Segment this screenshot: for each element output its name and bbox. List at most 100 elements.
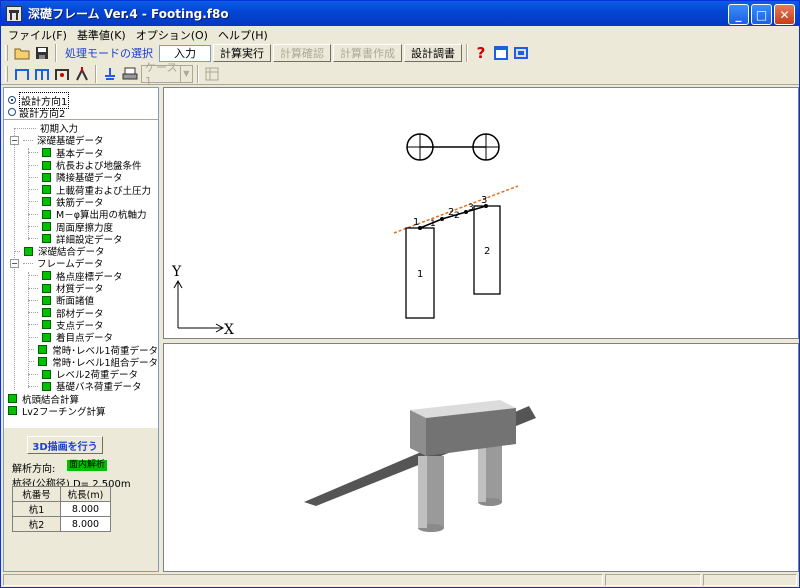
chevron-down-icon[interactable]: ▼ xyxy=(179,65,192,82)
tree-item[interactable]: 断面諸値 xyxy=(4,294,158,307)
tree-item[interactable]: 材質データ xyxy=(4,282,158,295)
pile-3d-1 xyxy=(418,456,444,532)
table-header: 杭番号 xyxy=(12,486,61,502)
pile-highlight xyxy=(418,456,427,528)
toolbar-grip[interactable] xyxy=(5,65,8,82)
toolbar-grip[interactable] xyxy=(5,45,8,61)
design-record-button[interactable]: 設計調書 xyxy=(404,44,462,62)
tree-item[interactable]: 隣接基礎データ xyxy=(4,171,158,184)
close-button[interactable]: ✕ xyxy=(774,4,795,25)
info-window-icon[interactable] xyxy=(492,44,510,62)
status-pane xyxy=(703,574,797,586)
direction-radio-group: 設計方向1 設計方向2 xyxy=(4,88,158,120)
status-pane xyxy=(605,574,701,586)
tree-item[interactable]: 常時･レベル1荷重データ xyxy=(4,343,158,357)
tree-item[interactable]: 常時･レベル1組合データ xyxy=(4,356,158,369)
window-title: 深礎フレーム Ver.4 - Footing.f8o xyxy=(28,7,229,21)
status-green-icon xyxy=(42,320,51,330)
menu-help[interactable]: ヘルプ(H) xyxy=(213,27,273,43)
status-green-icon xyxy=(42,295,51,305)
status-green-icon xyxy=(42,381,51,391)
status-green-icon xyxy=(38,357,48,367)
main-toolbar: 処理モードの選択 入力 計算実行 計算確認 計算書作成 設計調書 ? xyxy=(1,43,799,63)
support-icon[interactable] xyxy=(101,65,119,83)
tree-item[interactable]: レベル2荷重データ xyxy=(4,368,158,381)
tree-item-lv2[interactable]: Lv2フーチング計算 xyxy=(4,405,158,418)
tree-item[interactable]: 杭長および地盤条件 xyxy=(4,159,158,172)
table-row[interactable]: 杭2 8.000 xyxy=(12,516,111,532)
status-green-icon xyxy=(42,148,51,158)
status-green-icon xyxy=(42,209,51,219)
status-green-icon xyxy=(42,172,51,182)
tree-group-frame[interactable]: − フレームデータ xyxy=(4,257,158,270)
pile-frame-icon[interactable] xyxy=(33,65,51,83)
tree-item[interactable]: 基本データ xyxy=(4,147,158,160)
radio-dot[interactable] xyxy=(8,108,16,116)
title-bar[interactable]: 深礎フレーム Ver.4 - Footing.f8o _ □ ✕ xyxy=(1,1,799,26)
toolbar-separator xyxy=(55,44,57,62)
collapse-icon[interactable]: − xyxy=(10,135,19,145)
tree-item-joint[interactable]: 深礎結合データ xyxy=(4,245,158,258)
table-row[interactable]: 杭1 8.000 xyxy=(12,501,111,517)
status-green-icon xyxy=(42,197,51,207)
open-folder-icon[interactable] xyxy=(13,44,31,62)
tree-item[interactable]: 部材データ xyxy=(4,306,158,320)
case-select[interactable]: ケース1 ▼ xyxy=(141,61,193,88)
tree-item-initial[interactable]: 初期入力 xyxy=(4,122,158,135)
tree-item[interactable]: M－φ算出用の杭軸力 xyxy=(4,208,158,221)
analysis-direction-badge: 面内解析 xyxy=(67,460,108,471)
tree-item[interactable]: 基礎バネ荷重データ xyxy=(4,380,158,393)
radio-dot[interactable] xyxy=(8,96,16,104)
status-green-icon xyxy=(8,394,17,404)
node-label: 1 xyxy=(413,217,419,228)
member-label: 1 xyxy=(430,219,436,229)
help-icon[interactable]: ? xyxy=(472,44,490,62)
table-cell[interactable]: 8.000 xyxy=(60,516,111,532)
frame-toolbar: ケース1 ▼ xyxy=(1,61,799,88)
tree-item-pilehead[interactable]: 杭頭結合計算 xyxy=(4,393,158,406)
status-pane-main xyxy=(3,574,603,586)
direction2-radio[interactable]: 設計方向2 xyxy=(4,106,158,120)
table-view-icon[interactable] xyxy=(203,65,221,83)
menu-standard[interactable]: 基準値(K) xyxy=(72,27,131,43)
node-frame-icon[interactable] xyxy=(53,65,71,83)
menu-options[interactable]: オプション(O) xyxy=(131,27,213,43)
tree-item[interactable]: 格点座標データ xyxy=(4,270,158,283)
menu-file[interactable]: ファイル(F) xyxy=(3,27,72,43)
status-green-icon xyxy=(42,234,51,244)
toolbar-separator xyxy=(95,64,97,83)
frame-view-icon[interactable] xyxy=(13,65,31,83)
node-label: 3 xyxy=(481,195,487,206)
report-create-button[interactable]: 計算書作成 xyxy=(333,44,402,62)
table-cell[interactable]: 8.000 xyxy=(60,501,111,517)
calc-confirm-button[interactable]: 計算確認 xyxy=(273,44,331,62)
tree-item[interactable]: 鉄筋データ xyxy=(4,196,158,209)
left-panel: 設計方向1 設計方向2 初期入力 − 深礎基礎データ 基本データ 杭長および地盤… xyxy=(3,87,159,572)
save-icon[interactable] xyxy=(33,44,51,62)
tree-item[interactable]: 詳細設定データ xyxy=(4,233,158,246)
print-preview-icon[interactable] xyxy=(121,65,139,83)
calculate-button[interactable]: 計算実行 xyxy=(213,44,271,62)
toolbar-separator xyxy=(197,64,199,83)
status-green-icon xyxy=(42,369,51,379)
maximize-button[interactable]: □ xyxy=(751,4,772,25)
draw-3d-button[interactable]: 3D描画を行う xyxy=(27,436,103,454)
tree-item[interactable]: 着目点データ xyxy=(4,331,158,344)
collapse-icon[interactable]: − xyxy=(10,258,19,268)
status-green-icon xyxy=(42,185,51,195)
tree-group-shinso[interactable]: − 深礎基礎データ xyxy=(4,134,158,147)
tree-item[interactable]: 上載荷重および土圧力 xyxy=(4,183,158,197)
minimize-button[interactable]: _ xyxy=(728,4,749,25)
model-3d-canvas xyxy=(304,400,536,532)
load-frame-icon[interactable] xyxy=(73,65,91,83)
status-green-icon xyxy=(42,222,51,232)
tree-item[interactable]: 支点データ xyxy=(4,319,158,332)
frame-node xyxy=(440,217,444,221)
display-window-icon[interactable] xyxy=(512,44,530,62)
frame-2d-view[interactable]: 1 2 3 1 2 3 1 2 Y X xyxy=(163,87,799,339)
status-green-icon xyxy=(24,246,33,256)
tree-item[interactable]: 周面摩擦力度 xyxy=(4,220,158,234)
model-3d-view[interactable] xyxy=(163,343,799,572)
menu-bar: ファイル(F) 基準値(K) オプション(O) ヘルプ(H) xyxy=(1,26,799,43)
axis-indicator: Y X xyxy=(171,264,234,338)
